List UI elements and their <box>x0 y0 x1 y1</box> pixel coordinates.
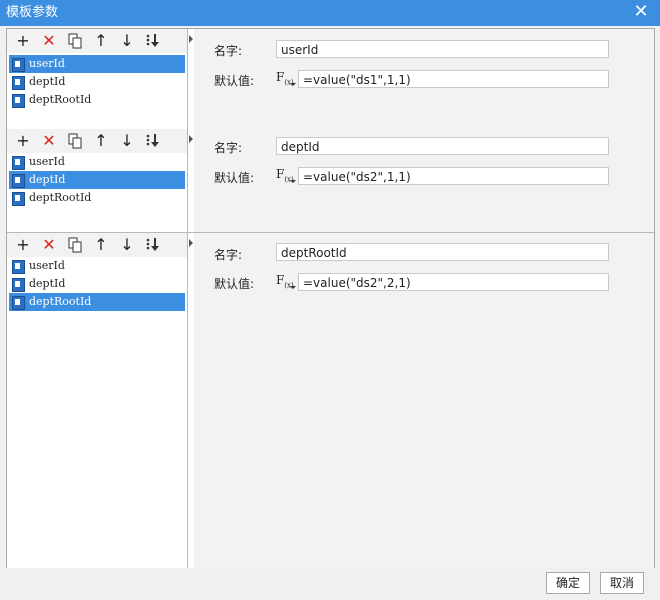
title-bar: 模板参数 ✕ <box>0 0 660 26</box>
param-icon <box>12 296 25 310</box>
list-item[interactable]: deptId <box>9 275 185 293</box>
param-edit-panel: 名字: deptId 默认值: F(x) =value("ds2",1,1) <box>194 129 654 232</box>
name-input[interactable]: deptId <box>276 137 609 155</box>
formula-icon[interactable]: F(x) <box>276 69 296 87</box>
param-list-panel: + ✕ ↑ ↓ userId deptId deptRootId <box>7 129 193 232</box>
delete-icon[interactable]: ✕ <box>39 235 59 255</box>
move-up-icon[interactable]: ↑ <box>91 131 111 151</box>
delete-icon[interactable]: ✕ <box>39 31 59 51</box>
move-bottom-icon[interactable] <box>143 235 163 255</box>
param-icon <box>12 192 25 206</box>
ok-button[interactable]: 确定 <box>546 572 590 594</box>
list-item[interactable]: userId <box>9 257 185 275</box>
move-down-icon[interactable]: ↓ <box>117 235 137 255</box>
param-icon <box>12 174 25 188</box>
param-section-2: + ✕ ↑ ↓ userId deptId deptRootId 名字: dep… <box>7 129 654 232</box>
param-icon <box>12 278 25 292</box>
move-up-icon[interactable]: ↑ <box>91 235 111 255</box>
dialog-footer: 确定 取消 <box>0 568 660 600</box>
default-value-input[interactable]: =value("ds1",1,1) <box>298 70 609 88</box>
expand-arrow-icon[interactable] <box>189 135 193 143</box>
plus-icon[interactable]: + <box>13 235 33 255</box>
name-input[interactable]: userId <box>276 40 609 58</box>
close-icon[interactable]: ✕ <box>632 3 650 21</box>
move-bottom-icon[interactable] <box>143 31 163 51</box>
param-list-panel: + ✕ ↑ ↓ userId deptId deptRootId <box>7 29 193 129</box>
param-icon <box>12 76 25 90</box>
default-label: 默认值: <box>214 277 255 291</box>
expand-arrow-icon[interactable] <box>189 35 193 43</box>
param-section-1: + ✕ ↑ ↓ userId deptId deptRootId 名字: use… <box>7 29 654 129</box>
default-label: 默认值: <box>214 171 255 185</box>
copy-icon[interactable] <box>65 131 85 151</box>
param-edit-panel: 名字: deptRootId 默认值: F(x) =value("ds2",2,… <box>194 233 654 569</box>
move-up-icon[interactable]: ↑ <box>91 31 111 51</box>
move-bottom-icon[interactable] <box>143 131 163 151</box>
param-list-panel: + ✕ ↑ ↓ userId deptId deptRootId <box>7 233 193 569</box>
param-icon <box>12 58 25 72</box>
cancel-button[interactable]: 取消 <box>600 572 644 594</box>
list-item[interactable]: deptRootId <box>9 91 185 109</box>
param-icon <box>12 156 25 170</box>
copy-icon[interactable] <box>65 31 85 51</box>
list-item[interactable]: deptRootId <box>9 293 185 311</box>
move-down-icon[interactable]: ↓ <box>117 31 137 51</box>
list-item[interactable]: userId <box>9 55 185 73</box>
formula-icon[interactable]: F(x) <box>276 272 296 290</box>
params-frame: + ✕ ↑ ↓ userId deptId deptRootId 名字: use… <box>6 28 655 570</box>
dialog-title: 模板参数 <box>6 5 59 20</box>
move-down-icon[interactable]: ↓ <box>117 131 137 151</box>
param-icon <box>12 260 25 274</box>
param-edit-panel: 名字: userId 默认值: F(x) =value("ds1",1,1) <box>194 29 654 129</box>
delete-icon[interactable]: ✕ <box>39 131 59 151</box>
list-item[interactable]: deptId <box>9 73 185 91</box>
param-toolbar: + ✕ ↑ ↓ <box>7 233 193 257</box>
expand-arrow-icon[interactable] <box>189 239 193 247</box>
default-value-input[interactable]: =value("ds2",2,1) <box>298 273 609 291</box>
list-item[interactable]: deptRootId <box>9 189 185 207</box>
param-icon <box>12 94 25 108</box>
name-label: 名字: <box>214 141 243 155</box>
default-value-input[interactable]: =value("ds2",1,1) <box>298 167 609 185</box>
list-item[interactable]: userId <box>9 153 185 171</box>
plus-icon[interactable]: + <box>13 31 33 51</box>
plus-icon[interactable]: + <box>13 131 33 151</box>
list-item[interactable]: deptId <box>9 171 185 189</box>
default-label: 默认值: <box>214 74 255 88</box>
copy-icon[interactable] <box>65 235 85 255</box>
formula-icon[interactable]: F(x) <box>276 166 296 184</box>
param-toolbar: + ✕ ↑ ↓ <box>7 29 193 53</box>
name-label: 名字: <box>214 44 243 58</box>
param-section-3: + ✕ ↑ ↓ userId deptId deptRootId 名字: dep… <box>7 233 654 569</box>
name-input[interactable]: deptRootId <box>276 243 609 261</box>
param-toolbar: + ✕ ↑ ↓ <box>7 129 193 153</box>
name-label: 名字: <box>214 248 243 262</box>
template-params-dialog: 模板参数 ✕ + ✕ ↑ ↓ userId deptId deptRootId <box>0 0 660 600</box>
